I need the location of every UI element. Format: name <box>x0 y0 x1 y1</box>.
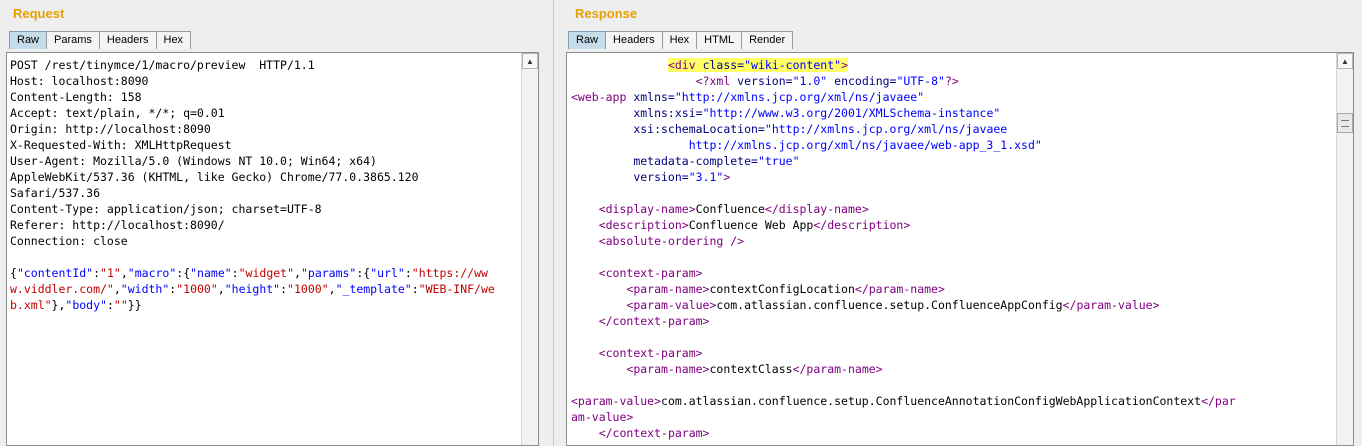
request-title: Request <box>13 6 65 21</box>
json-body: {"contentId":"1","macro":{"name":"widget… <box>10 266 495 312</box>
response-tabs: Raw Headers Hex HTML Render <box>568 31 794 49</box>
header-host: Host: localhost:8090 <box>10 74 149 88</box>
header-content-type: Content-Type: application/json; charset=… <box>10 202 322 216</box>
description: Confluence Web App <box>688 218 814 232</box>
response-tab-html[interactable]: HTML <box>696 31 743 49</box>
response-panel: Response Raw Headers Hex HTML Render <di… <box>556 0 1362 446</box>
request-editor[interactable]: POST /rest/tinymce/1/macro/preview HTTP/… <box>6 52 539 446</box>
header-user-agent-cont: AppleWebKit/537.36 (KHTML, like Gecko) C… <box>10 170 419 184</box>
response-tab-headers[interactable]: Headers <box>605 31 663 49</box>
request-panel: Request Raw Params Headers Hex POST /res… <box>0 0 544 446</box>
header-content-length: Content-Length: 158 <box>10 90 142 104</box>
header-accept: Accept: text/plain, */*; q=0.01 <box>10 106 225 120</box>
request-tabs: Raw Params Headers Hex <box>9 31 192 49</box>
header-referer: Referer: http://localhost:8090/ <box>10 218 225 232</box>
response-tab-raw[interactable]: Raw <box>568 31 607 49</box>
request-text[interactable]: POST /rest/tinymce/1/macro/preview HTTP/… <box>10 57 518 313</box>
param-name: contextClass <box>709 362 793 376</box>
param-value: com.atlassian.confluence.setup.Confluenc… <box>716 298 1063 312</box>
request-line: POST /rest/tinymce/1/macro/preview HTTP/… <box>10 58 315 72</box>
scroll-up-arrow-icon[interactable]: ▲ <box>1337 53 1353 69</box>
response-tab-hex[interactable]: Hex <box>661 31 698 49</box>
panel-divider[interactable] <box>544 0 556 446</box>
param-value: com.atlassian.confluence.setup.Confluenc… <box>661 394 1202 408</box>
scroll-up-arrow-icon[interactable]: ▲ <box>522 53 538 69</box>
request-tab-params[interactable]: Params <box>46 31 100 49</box>
param-name: contextConfigLocation <box>709 282 855 296</box>
header-x-requested-with: X-Requested-With: XMLHttpRequest <box>10 138 232 152</box>
request-tab-raw[interactable]: Raw <box>9 31 48 49</box>
request-tab-hex[interactable]: Hex <box>155 31 192 49</box>
display-name: Confluence <box>695 202 765 216</box>
header-user-agent: User-Agent: Mozilla/5.0 (Windows NT 10.0… <box>10 154 377 168</box>
response-tab-render[interactable]: Render <box>741 31 794 49</box>
response-title: Response <box>575 6 638 21</box>
header-origin: Origin: http://localhost:8090 <box>10 122 211 136</box>
request-scrollbar[interactable]: ▲ <box>521 53 538 445</box>
response-scrollbar[interactable]: ▲ <box>1336 53 1353 445</box>
wiki-content-div: <div class="wiki-content"> <box>667 58 849 72</box>
scroll-thumb[interactable] <box>1337 113 1353 133</box>
request-tab-headers[interactable]: Headers <box>98 31 157 49</box>
response-text[interactable]: <div class="wiki-content"> <?xml version… <box>571 57 1333 441</box>
response-editor[interactable]: <div class="wiki-content"> <?xml version… <box>566 52 1354 446</box>
header-user-agent-cont2: Safari/537.36 <box>10 186 101 200</box>
header-connection: Connection: close <box>10 234 128 248</box>
